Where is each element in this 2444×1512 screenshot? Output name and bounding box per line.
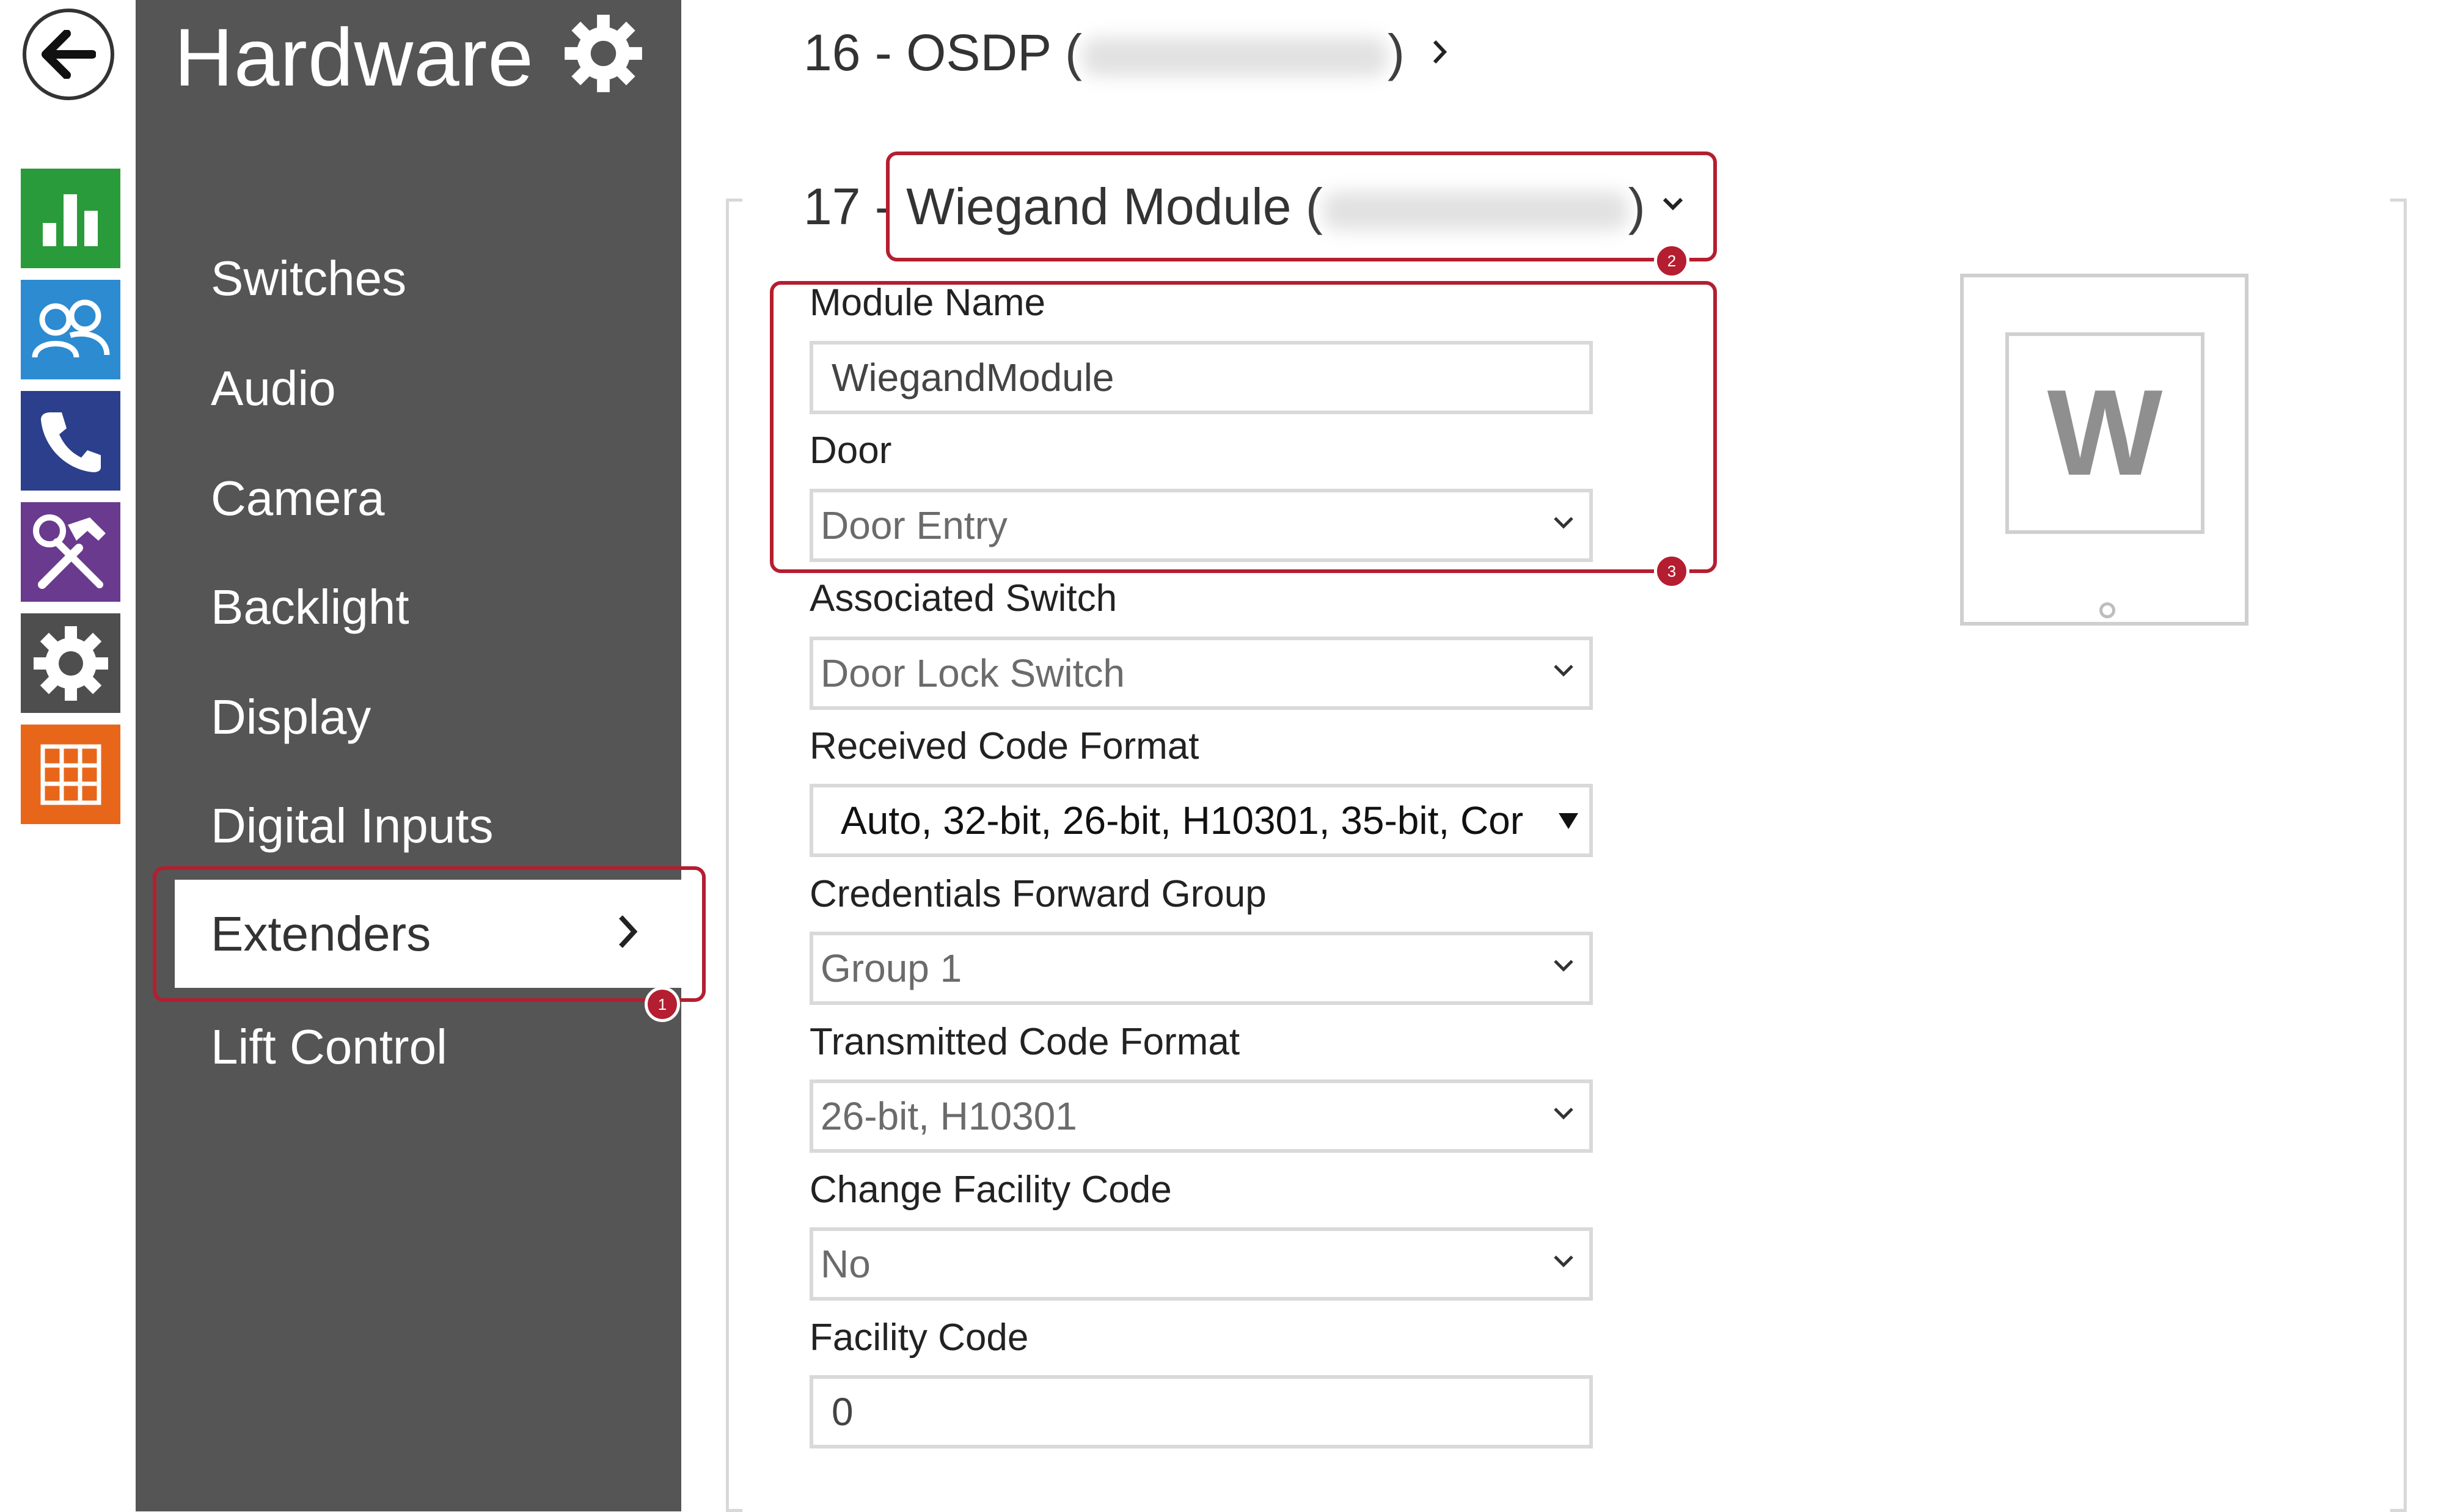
- redacted-serial: [1081, 37, 1388, 76]
- transmitted-code-format-value: 26-bit, H10301: [821, 1094, 1077, 1138]
- credentials-forward-group-select[interactable]: Group 1: [810, 932, 1593, 1005]
- chevron-down-icon: [1554, 1108, 1573, 1120]
- sidebar-item-audio[interactable]: Audio: [211, 360, 336, 417]
- badge-2: 2: [1654, 243, 1689, 279]
- associated-switch-label: Associated Switch: [810, 577, 1118, 619]
- chevron-down-icon: [1554, 960, 1573, 972]
- sidebar-item-switches[interactable]: Switches: [211, 250, 406, 307]
- module-index: 17: [803, 178, 861, 235]
- received-code-format-select[interactable]: Auto, 32-bit, 26-bit, H10301, 35-bit, Co…: [810, 784, 1593, 857]
- badge-1: 1: [645, 987, 680, 1022]
- users-icon: [32, 299, 109, 358]
- module-name: OSDP: [906, 24, 1051, 81]
- transmitted-code-format-select[interactable]: 26-bit, H10301: [810, 1079, 1593, 1153]
- transmitted-code-format-label: Transmitted Code Format: [810, 1021, 1240, 1063]
- credentials-forward-group-value: Group 1: [821, 946, 962, 990]
- associated-switch-value: Door Lock Switch: [821, 651, 1125, 695]
- sidebar-item-display[interactable]: Display: [211, 689, 371, 745]
- associated-switch-select[interactable]: Door Lock Switch: [810, 637, 1593, 710]
- change-facility-code-value: No: [821, 1242, 871, 1286]
- status-icon[interactable]: [21, 169, 120, 268]
- module-16-header[interactable]: 16 - OSDP (): [803, 23, 1405, 82]
- highlight-box-3: [770, 281, 1717, 573]
- dropdown-arrow-icon: [1559, 813, 1578, 829]
- chevron-down-icon: [1554, 665, 1573, 677]
- bar-chart-icon: [43, 194, 98, 246]
- wiegand-module-illustration: W: [1960, 274, 2248, 626]
- sidebar-item-digital-inputs[interactable]: Digital Inputs: [211, 798, 493, 854]
- page-title: Hardware: [174, 12, 534, 103]
- received-code-format-label: Received Code Format: [810, 725, 1199, 767]
- back-button[interactable]: [23, 9, 114, 100]
- panel-border-left: [726, 199, 742, 1512]
- change-facility-code-select[interactable]: No: [810, 1227, 1593, 1301]
- handset-icon: [40, 412, 101, 472]
- gear-icon: [33, 626, 108, 701]
- highlight-box-1: [153, 866, 706, 1002]
- illustration-letter: W: [2047, 365, 2163, 501]
- apps-icon[interactable]: [21, 725, 120, 824]
- facility-code-label: Facility Code: [810, 1317, 1029, 1359]
- hammer-wrench-icon: [32, 514, 106, 589]
- hardware-gear-icon: [562, 12, 645, 95]
- sidebar-item-camera[interactable]: Camera: [211, 470, 385, 527]
- settings-icon[interactable]: [21, 613, 120, 713]
- arrow-left-icon: [42, 30, 96, 79]
- sidebar: [136, 0, 681, 1511]
- received-code-format-value: Auto, 32-bit, 26-bit, H10301, 35-bit, Co…: [841, 798, 1524, 842]
- illustration-button: [2099, 602, 2115, 618]
- sidebar-item-backlight[interactable]: Backlight: [211, 579, 409, 635]
- directory-icon[interactable]: [21, 280, 120, 379]
- tools-icon[interactable]: [21, 502, 120, 602]
- grid-icon: [40, 744, 101, 805]
- illustration-screen: W: [2005, 332, 2204, 534]
- change-facility-code-label: Change Facility Code: [810, 1169, 1172, 1211]
- badge-3: 3: [1654, 553, 1689, 589]
- credentials-forward-group-label: Credentials Forward Group: [810, 873, 1267, 915]
- phone-icon[interactable]: [21, 391, 120, 491]
- highlight-box-2: [886, 152, 1717, 261]
- chevron-down-icon: [1554, 1255, 1573, 1268]
- module-index: 16: [803, 24, 861, 81]
- chevron-right-icon[interactable]: [1431, 38, 1449, 66]
- panel-border-right: [2390, 199, 2407, 1512]
- sidebar-item-lift-control[interactable]: Lift Control: [211, 1019, 447, 1075]
- facility-code-input[interactable]: 0: [810, 1375, 1593, 1448]
